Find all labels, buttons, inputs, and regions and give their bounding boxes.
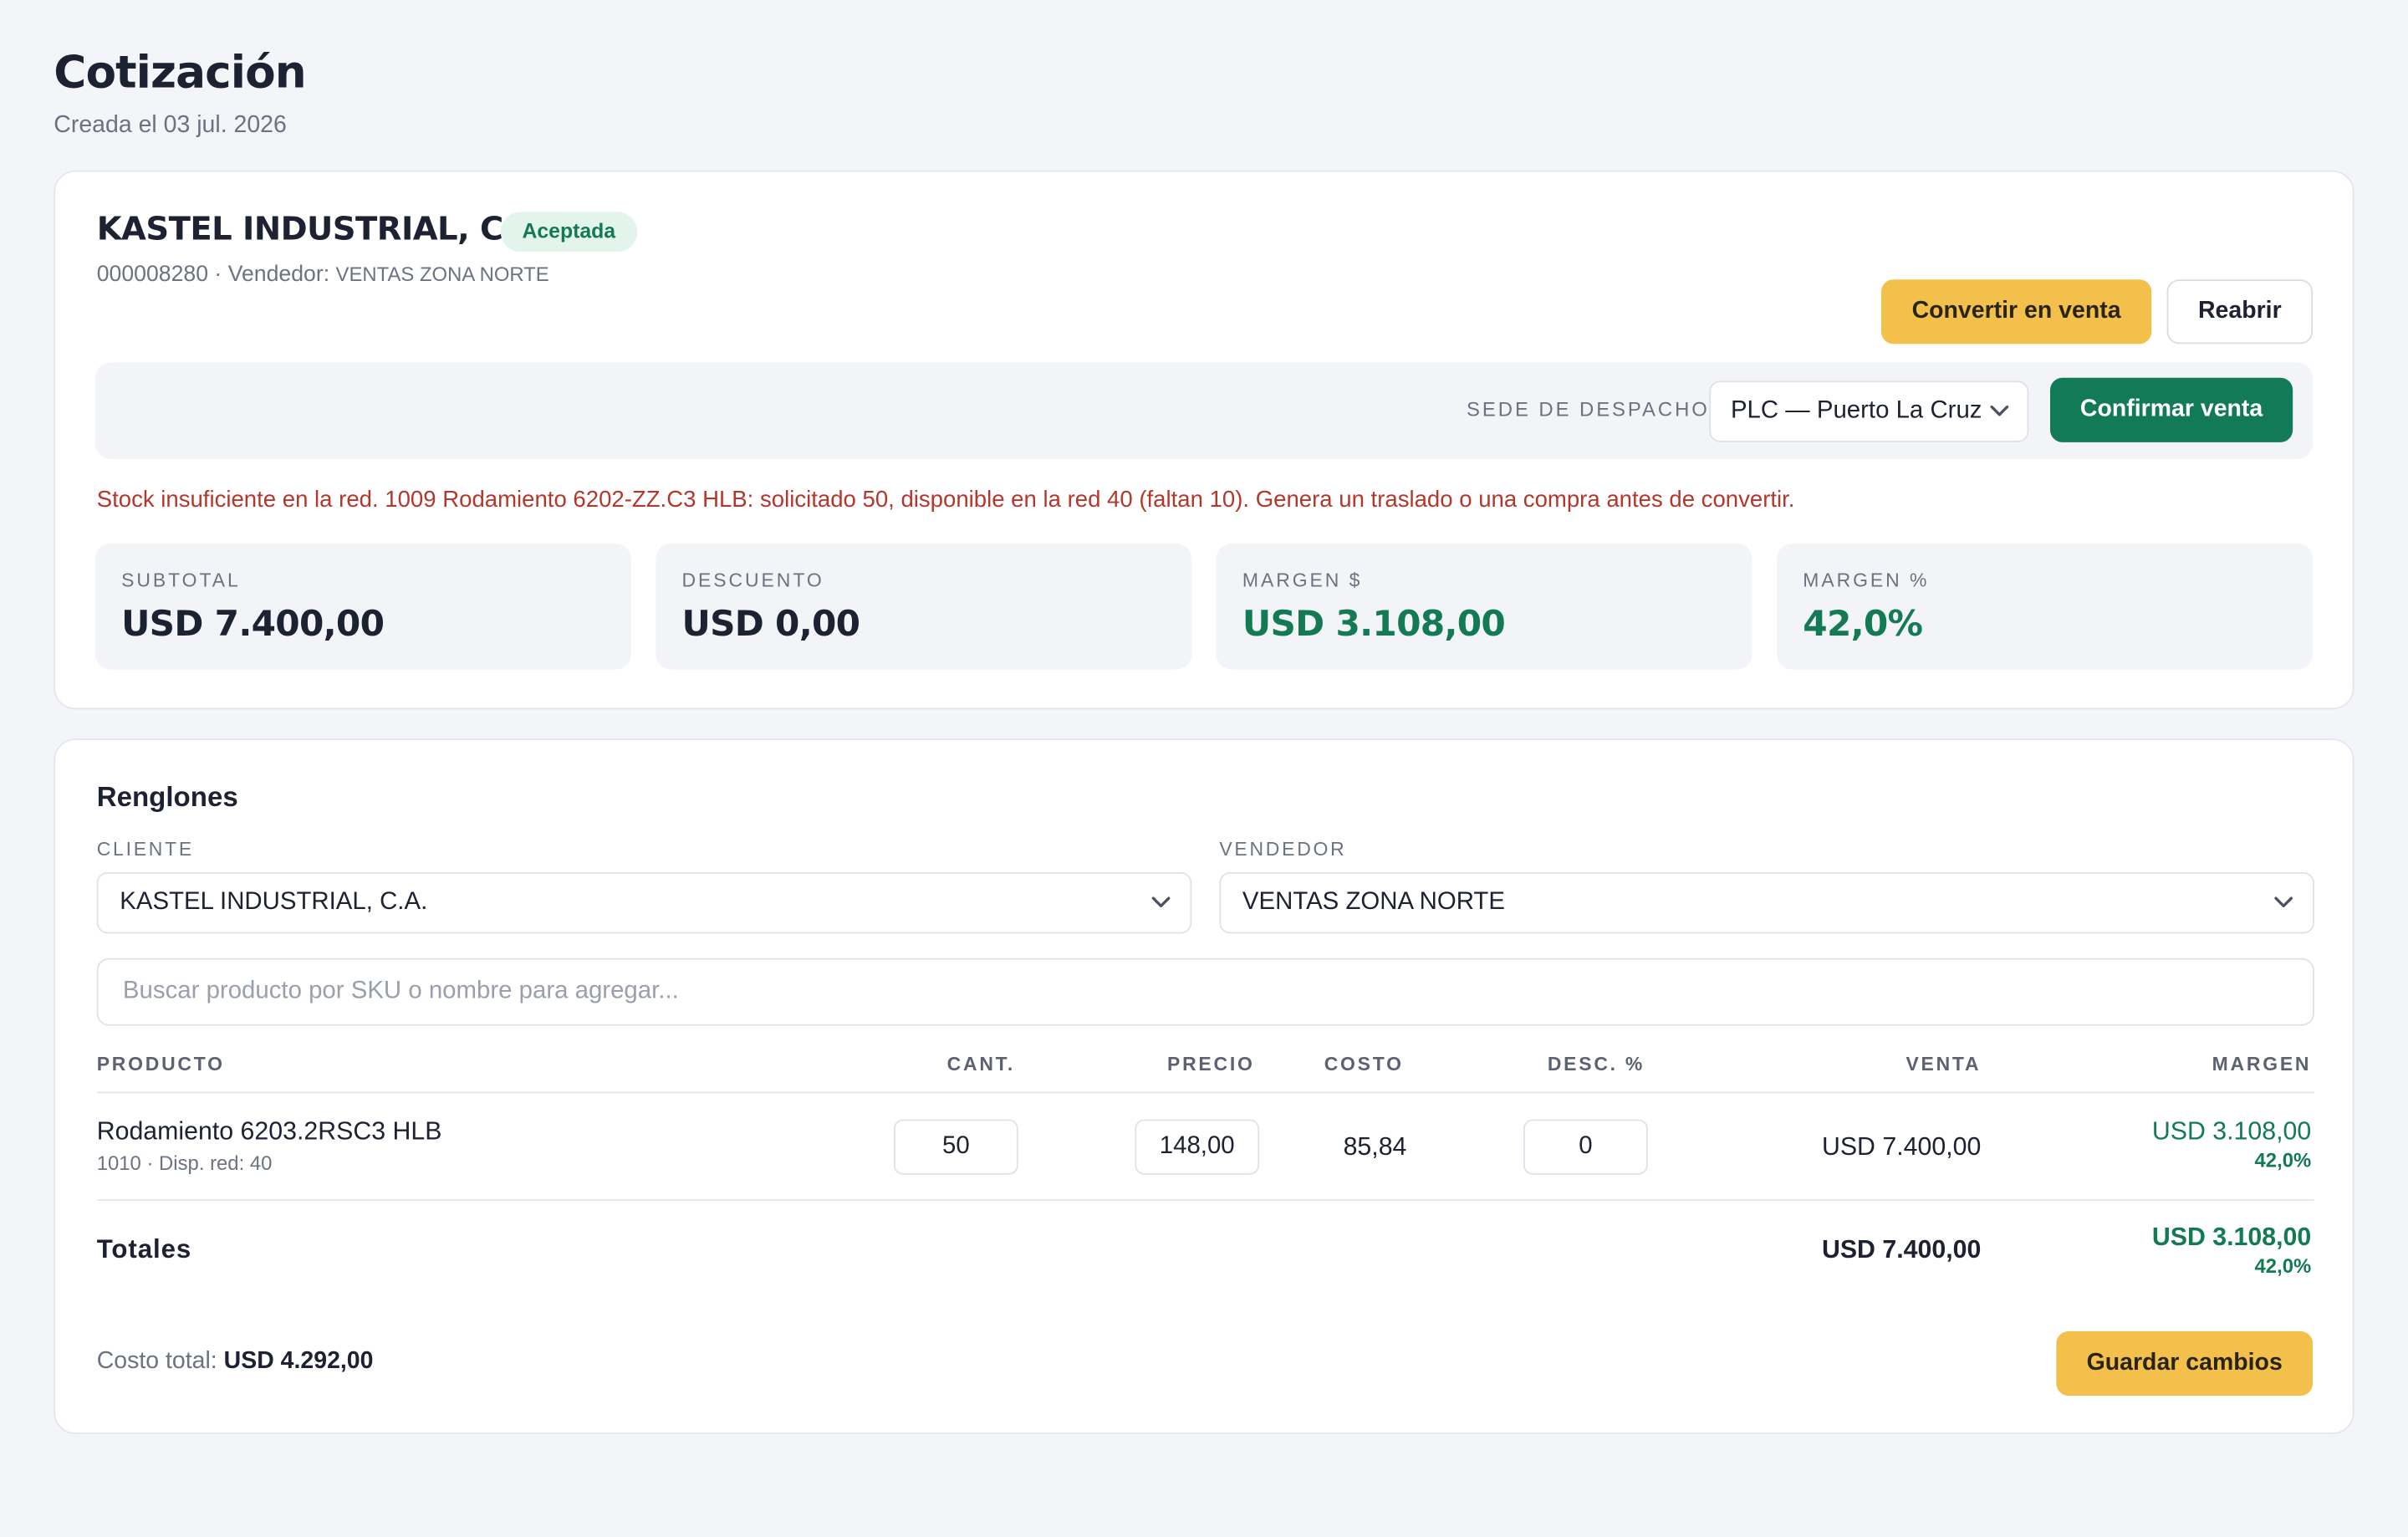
stat-label: MARGEN $ [1242,569,1363,591]
page-subtitle: Creada el 03 jul. 2026 [54,112,287,139]
seller-label: Vendedor: [227,262,336,288]
meta-separator: · [208,262,228,288]
divider [96,1199,2314,1201]
totals-margin-percent: 42,0% [2254,1254,2312,1278]
cost-value: 85,84 [1343,1133,1407,1162]
product-name: Rodamiento 6203.2RSC3 HLB [96,1117,442,1146]
product-meta: 1010 · Disp. red: 40 [96,1151,273,1175]
page-title: Cotización [54,46,306,99]
quote-lines-card: Renglones CLIENTE KASTEL INDUSTRIAL, C.A… [54,738,2354,1435]
quote-meta: 000008280 · Vendedor: VENTAS ZONA NORTE [97,263,549,287]
seller-field-label: VENDEDOR [1219,838,1347,860]
quantity-input[interactable] [893,1119,1018,1175]
stat-discount: DESCUENTO USD 0,00 [656,544,1192,670]
company-name: KASTEL INDUSTRIAL, C.A. [96,210,553,248]
chevron-down-icon [1990,405,2009,416]
column-header-cost: COSTO [1324,1053,1404,1075]
status-badge: Aceptada [500,212,637,253]
column-header-product: PRODUCTO [96,1053,225,1075]
stat-label: DESCUENTO [681,569,824,591]
discount-input[interactable] [1523,1119,1648,1175]
column-header-sale: VENTA [1905,1053,1982,1075]
sale-value: USD 7.400,00 [1821,1133,1982,1162]
totals-margin: USD 3.108,00 [2151,1223,2312,1252]
totals-label: Totales [96,1234,192,1264]
reopen-button[interactable]: Reabrir [2166,279,2314,345]
client-value: KASTEL INDUSTRIAL, C.A. [120,889,428,916]
stat-value: USD 3.108,00 [1242,605,1506,646]
client-select[interactable]: KASTEL INDUSTRIAL, C.A. [96,871,1192,934]
confirm-sale-button[interactable]: Confirmar venta [2049,377,2293,442]
column-header-qty: CANT. [946,1053,1016,1075]
stat-subtotal: SUBTOTAL USD 7.400,00 [94,544,631,670]
margin-percent: 42,0% [2254,1148,2312,1172]
cost-total-value: USD 4.292,00 [223,1348,374,1375]
stat-label: MARGEN % [1803,569,1930,591]
stat-value: 42,0% [1803,605,1923,646]
margin-value: USD 3.108,00 [2151,1117,2312,1146]
seller-value: VENTAS ZONA NORTE [1242,889,1505,916]
chevron-down-icon [1151,896,1171,908]
quote-page: Cotización Creada el 03 jul. 2026 KASTEL… [0,0,2408,1537]
price-input[interactable] [1135,1119,1260,1175]
column-header-margin: MARGEN [2212,1053,2312,1075]
column-header-discount: DESC. % [1547,1053,1645,1075]
column-header-price: PRECIO [1167,1053,1255,1075]
dispatch-label: SEDE DE DESPACHO [1467,397,1710,421]
dispatch-bar: SEDE DE DESPACHO PLC — Puerto La Cruz Co… [94,362,2314,460]
quote-number: 000008280 [96,262,209,288]
quote-summary-card: KASTEL INDUSTRIAL, C.A. Aceptada 0000082… [54,170,2354,710]
stock-warning: Stock insuficiente en la red. 1009 Rodam… [96,487,1795,513]
save-changes-button[interactable]: Guardar cambios [2056,1330,2314,1397]
stat-margin-amount: MARGEN $ USD 3.108,00 [1216,544,1752,670]
stat-label: SUBTOTAL [121,569,241,591]
seller-select[interactable]: VENTAS ZONA NORTE [1219,871,2314,934]
divider [96,1091,2314,1094]
product-search-input[interactable] [96,957,2314,1026]
cost-total: Costo total: USD 4.292,00 [97,1348,374,1376]
stat-margin-percent: MARGEN % 42,0% [1777,544,2314,670]
section-title: Renglones [96,781,238,813]
seller-name: VENTAS ZONA NORTE [335,262,549,286]
client-label: CLIENTE [96,838,194,860]
chevron-down-icon [2274,896,2293,908]
cost-total-label: Costo total: [96,1348,224,1375]
dispatch-site-value: PLC — Puerto La Cruz [1730,397,1982,424]
totals-sale: USD 7.400,00 [1821,1236,1982,1264]
stat-value: USD 0,00 [681,605,860,646]
convert-to-sale-button[interactable]: Convertir en venta [1880,279,2152,345]
dispatch-site-select[interactable]: PLC — Puerto La Cruz [1709,380,2029,442]
stat-value: USD 7.400,00 [121,605,385,646]
